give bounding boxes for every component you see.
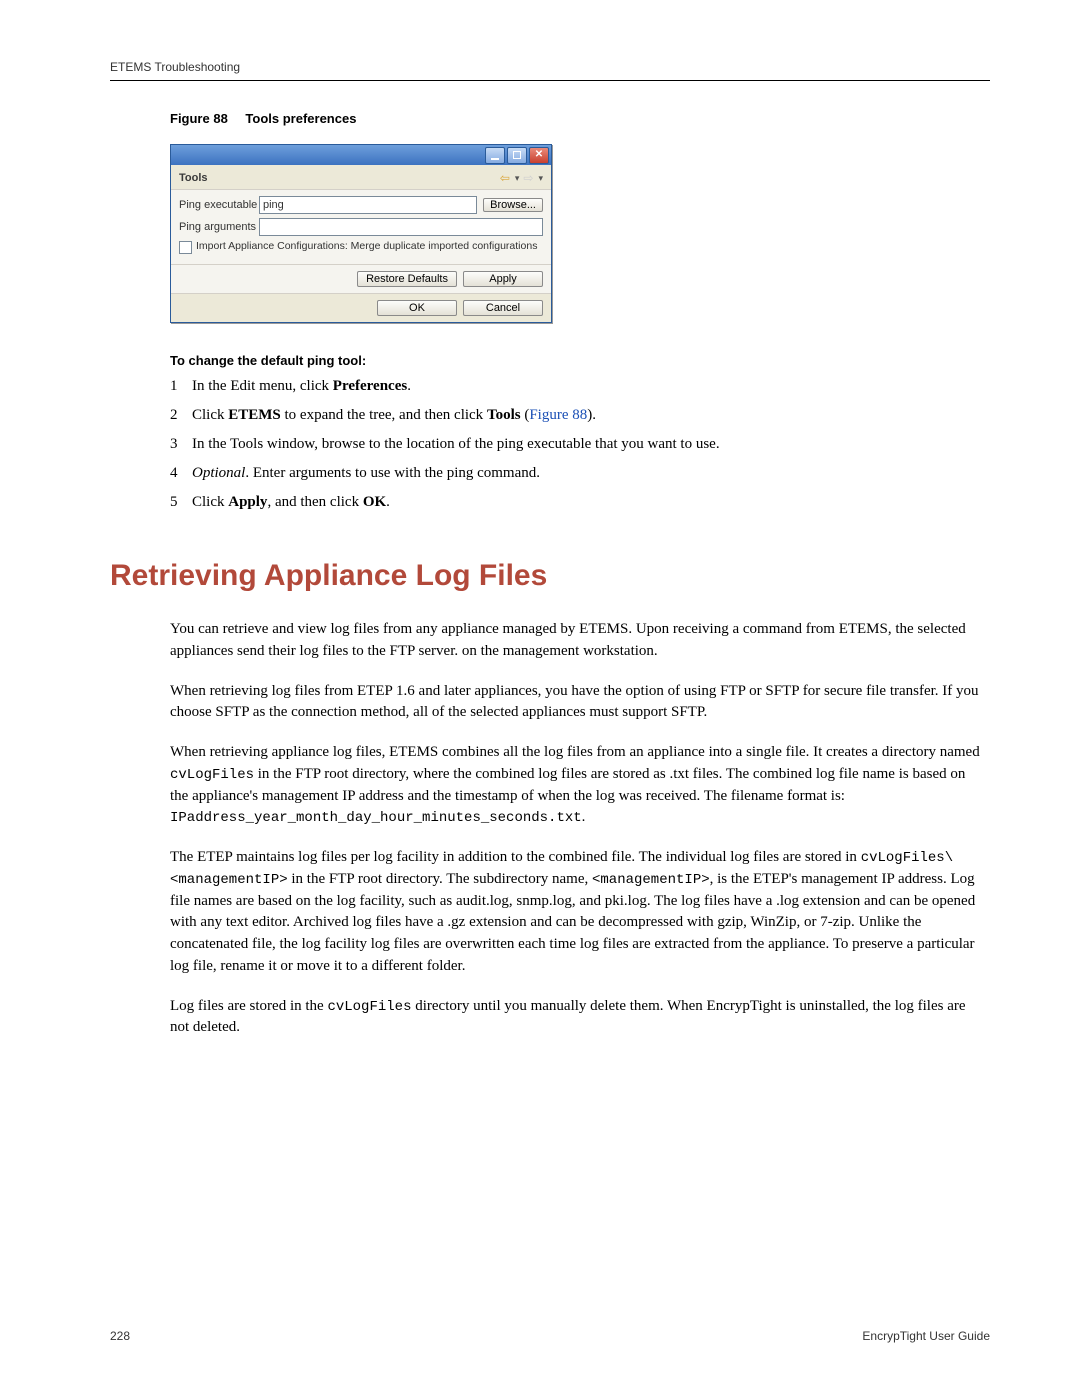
tools-dialog: Tools Ping executable Browse... Ping arg… [170,144,552,323]
forward-icon[interactable] [523,171,533,185]
code-filename-format: IPaddress_year_month_day_hour_minutes_se… [170,810,582,826]
step-2: 2 Click ETEMS to expand the tree, and th… [170,405,980,426]
ping-args-input[interactable] [259,218,543,236]
ping-args-label: Ping arguments [179,221,259,233]
dialog-title: Tools [179,172,208,184]
step-3: 3 In the Tools window, browse to the loc… [170,434,980,455]
doc-title: EncrypTight User Guide [862,1329,990,1343]
paragraph-1: You can retrieve and view log files from… [170,619,980,663]
maximize-button[interactable] [507,147,527,164]
browse-button[interactable]: Browse... [483,198,543,212]
ping-exec-label: Ping executable [179,199,259,211]
ping-exec-input[interactable] [259,196,477,214]
apply-button[interactable]: Apply [463,271,543,287]
code-cvlogfiles-2: cvLogFiles [327,999,411,1015]
paragraph-4: The ETEP maintains log files per log fac… [170,847,980,978]
minimize-button[interactable] [485,147,505,164]
back-icon[interactable] [500,171,510,185]
merge-config-checkbox[interactable] [179,241,192,254]
code-cvlogfiles: cvLogFiles [170,767,254,783]
instructions-heading: To change the default ping tool: [170,353,980,368]
titlebar [171,145,551,165]
step-1: 1 In the Edit menu, click Preferences. [170,376,980,397]
paragraph-2: When retrieving log files from ETEP 1.6 … [170,681,980,725]
figure-caption: Figure 88 Tools preferences [170,111,990,126]
page-number: 228 [110,1329,130,1343]
instruction-list: 1 In the Edit menu, click Preferences. 2… [170,376,980,513]
figure-ref-link[interactable]: Figure 88 [529,407,587,423]
page-footer: 228 EncrypTight User Guide [110,1329,990,1343]
merge-config-label: Import Appliance Configurations: Merge d… [196,240,537,252]
nav-icons [500,171,543,185]
step-4: 4 Optional. Enter arguments to use with … [170,463,980,484]
figure-number: Figure 88 [170,111,228,126]
step-5: 5 Click Apply, and then click OK. [170,492,980,513]
dialog-body: Ping executable Browse... Ping arguments… [171,189,551,264]
ok-button[interactable]: OK [377,300,457,316]
section-title: Retrieving Appliance Log Files [110,559,990,593]
header-section: ETEMS Troubleshooting [110,60,240,74]
paragraph-5: Log files are stored in the cvLogFiles d… [170,996,980,1040]
forward-menu-icon[interactable] [537,171,543,185]
restore-defaults-button[interactable]: Restore Defaults [357,271,457,287]
page-header: ETEMS Troubleshooting [110,60,990,81]
code-managementip: <managementIP> [592,872,710,888]
figure-title: Tools preferences [245,111,356,126]
back-menu-icon[interactable] [514,171,520,185]
paragraph-3: When retrieving appliance log files, ETE… [170,742,980,829]
cancel-button[interactable]: Cancel [463,300,543,316]
dialog-header: Tools [171,165,551,189]
close-button[interactable] [529,147,549,164]
